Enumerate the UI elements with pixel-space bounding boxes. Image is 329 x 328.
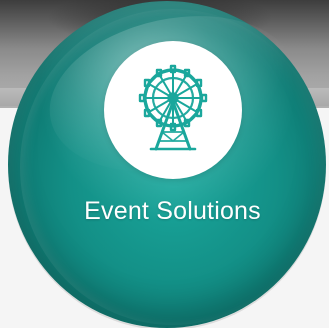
ferris-wheel-cabin [195,108,203,118]
ferris-wheel-cabin [138,93,146,103]
ferris-wheel-cabin [200,93,208,103]
ferris-wheel-cabin [195,78,203,88]
ferris-wheel-cabin [143,108,151,118]
ferris-wheel-cabin [143,78,151,88]
icon-badge [104,41,242,179]
ferris-wheel-support-brace [161,131,185,142]
ferris-wheel-icon [138,64,208,151]
event-solutions-button[interactable]: Event Solutions [8,0,326,328]
tile-title: Event Solutions [84,197,261,225]
event-solutions-tile-page: Event Solutions [0,0,329,328]
